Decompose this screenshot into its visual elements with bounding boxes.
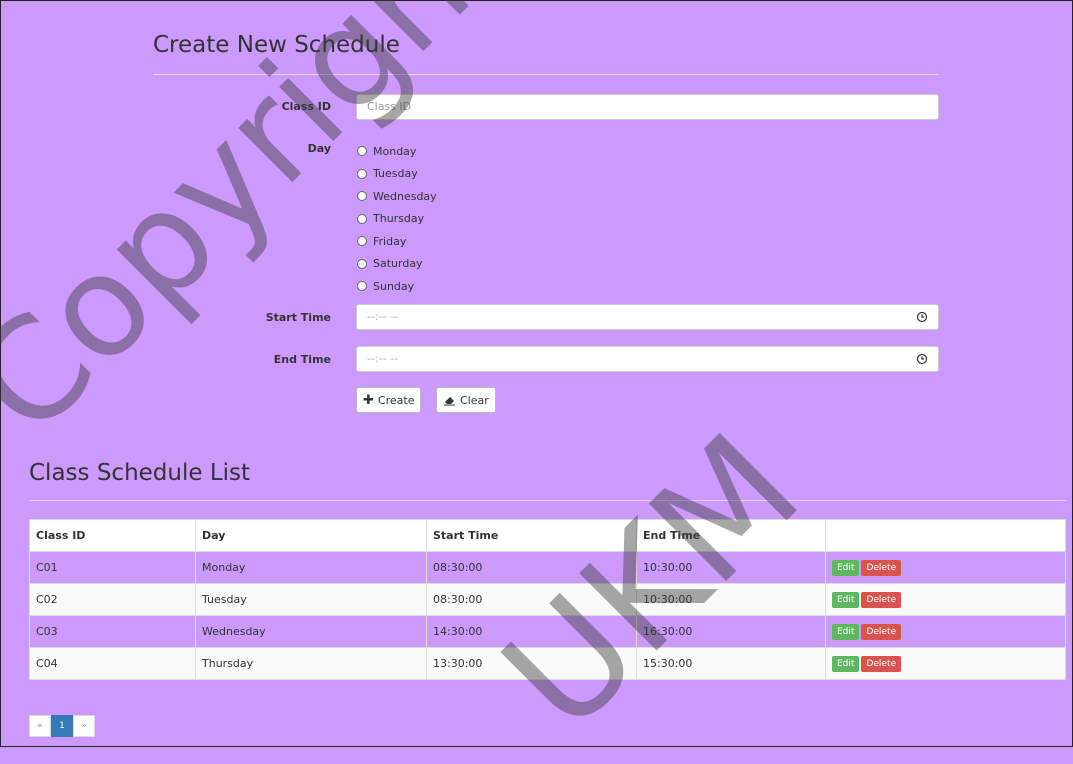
cell-class-id: C03: [29, 615, 196, 648]
table-row: C03 Wednesday 14:30:00 16:30:00 Edit Dele…: [29, 615, 1066, 648]
edit-button[interactable]: Edit: [832, 591, 860, 608]
cell-day: Monday: [195, 551, 427, 584]
header-day: Day: [195, 519, 427, 552]
radio-icon[interactable]: [357, 168, 367, 179]
table-header-row: Class ID Day Start Time End Time: [29, 519, 1066, 552]
pager-next[interactable]: »: [73, 715, 95, 737]
table-row: C04 Thursday 13:30:00 15:30:00 Edit Delet…: [29, 647, 1066, 680]
schedule-table: Class ID Day Start Time End Time C01 Mon…: [29, 519, 1066, 680]
table-row: C02 Tuesday 08:30:00 10:30:00 Edit Delete: [29, 583, 1066, 616]
edit-button[interactable]: Edit: [832, 559, 860, 576]
day-option-label: Wednesday: [373, 189, 437, 203]
header-end-time: End Time: [636, 519, 826, 552]
cell-actions: Edit Delete: [825, 551, 1066, 584]
delete-button[interactable]: Delete: [861, 591, 902, 608]
radio-icon[interactable]: [357, 236, 367, 247]
cell-class-id: C01: [29, 551, 196, 584]
clock-icon[interactable]: [916, 353, 928, 365]
day-option-label: Sunday: [373, 279, 415, 293]
cell-end-time: 10:30:00: [636, 583, 826, 616]
header-class-id: Class ID: [29, 519, 196, 552]
day-option-friday[interactable]: Friday: [357, 230, 437, 253]
cell-actions: Edit Delete: [825, 583, 1066, 616]
plus-icon: ✚: [363, 392, 374, 408]
start-time-input[interactable]: --:-- --: [356, 304, 939, 330]
clear-button-label: Clear: [460, 393, 489, 407]
delete-button[interactable]: Delete: [861, 655, 902, 672]
header-start-time: Start Time: [426, 519, 637, 552]
class-id-input[interactable]: Class ID: [356, 94, 939, 120]
class-id-label: Class ID: [281, 100, 331, 113]
day-option-tuesday[interactable]: Tuesday: [357, 163, 437, 186]
cell-actions: Edit Delete: [825, 647, 1066, 680]
day-option-label: Monday: [373, 144, 417, 158]
end-time-value: --:-- --: [367, 352, 399, 365]
cell-class-id: C02: [29, 583, 196, 616]
delete-button[interactable]: Delete: [861, 559, 902, 576]
cell-start-time: 13:30:00: [426, 647, 637, 680]
list-divider: [29, 500, 1066, 501]
delete-button[interactable]: Delete: [861, 623, 902, 640]
table-row: C01 Monday 08:30:00 10:30:00 Edit Delete: [29, 551, 1066, 584]
radio-icon[interactable]: [357, 191, 367, 202]
cell-start-time: 08:30:00: [426, 583, 637, 616]
cell-day: Thursday: [195, 647, 427, 680]
day-option-saturday[interactable]: Saturday: [357, 253, 437, 276]
day-option-label: Saturday: [373, 257, 423, 271]
eraser-icon: [444, 397, 455, 406]
day-option-thursday[interactable]: Thursday: [357, 208, 437, 231]
cell-class-id: C04: [29, 647, 196, 680]
day-radio-group: Monday Tuesday Wednesday Thursday Friday…: [357, 140, 437, 298]
list-title: Class Schedule List: [29, 460, 251, 486]
create-schedule-form: Create New Schedule: [153, 27, 939, 75]
day-label: Day: [307, 142, 331, 155]
end-time-label: End Time: [273, 353, 331, 366]
form-divider: [153, 74, 939, 75]
day-option-sunday[interactable]: Sunday: [357, 275, 437, 298]
edit-button[interactable]: Edit: [832, 623, 860, 640]
clock-icon[interactable]: [916, 311, 928, 323]
cell-start-time: 08:30:00: [426, 551, 637, 584]
day-option-label: Thursday: [373, 212, 425, 226]
day-option-label: Friday: [373, 234, 407, 248]
start-time-label: Start Time: [265, 311, 331, 324]
cell-day: Wednesday: [195, 615, 427, 648]
cell-start-time: 14:30:00: [426, 615, 637, 648]
pager-prev[interactable]: «: [29, 715, 51, 737]
cell-end-time: 15:30:00: [636, 647, 826, 680]
pagination: « 1 »: [29, 715, 95, 737]
day-option-wednesday[interactable]: Wednesday: [357, 185, 437, 208]
pager-page-1[interactable]: 1: [51, 715, 73, 737]
start-time-value: --:-- --: [367, 310, 399, 323]
create-button-label: Create: [377, 393, 415, 407]
radio-icon[interactable]: [357, 281, 367, 292]
radio-icon[interactable]: [357, 213, 367, 224]
clear-button[interactable]: Clear: [436, 387, 496, 413]
cell-actions: Edit Delete: [825, 615, 1066, 648]
cell-end-time: 16:30:00: [636, 615, 826, 648]
radio-icon[interactable]: [357, 146, 367, 157]
header-actions: [825, 519, 1066, 552]
day-option-monday[interactable]: Monday: [357, 140, 437, 163]
cell-end-time: 10:30:00: [636, 551, 826, 584]
day-option-label: Tuesday: [373, 167, 418, 181]
end-time-input[interactable]: --:-- --: [356, 346, 939, 372]
create-button[interactable]: ✚ Create: [356, 387, 422, 413]
form-title: Create New Schedule: [153, 32, 400, 58]
radio-icon[interactable]: [357, 258, 367, 269]
edit-button[interactable]: Edit: [832, 655, 860, 672]
cell-day: Tuesday: [195, 583, 427, 616]
